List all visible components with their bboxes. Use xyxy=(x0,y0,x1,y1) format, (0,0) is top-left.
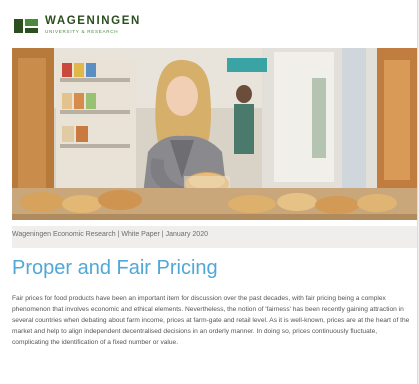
document-page: WAGENINGEN UNIVERSITY & RESEARCH Wagenin… xyxy=(0,0,418,384)
page-title: Proper and Fair Pricing xyxy=(12,257,218,279)
intro-paragraph: Fair prices for food products have been … xyxy=(12,295,410,346)
shopper-at-bakery-image xyxy=(12,48,417,220)
brand-name: WAGENINGEN xyxy=(45,15,141,27)
wur-logo-icon xyxy=(14,17,38,35)
brand-subtitle: UNIVERSITY & RESEARCH xyxy=(45,29,119,34)
hero-photo xyxy=(12,48,417,220)
document-header: WAGENINGEN UNIVERSITY & RESEARCH xyxy=(0,0,417,46)
publication-meta: Wageningen Economic Research | White Pap… xyxy=(12,231,208,238)
